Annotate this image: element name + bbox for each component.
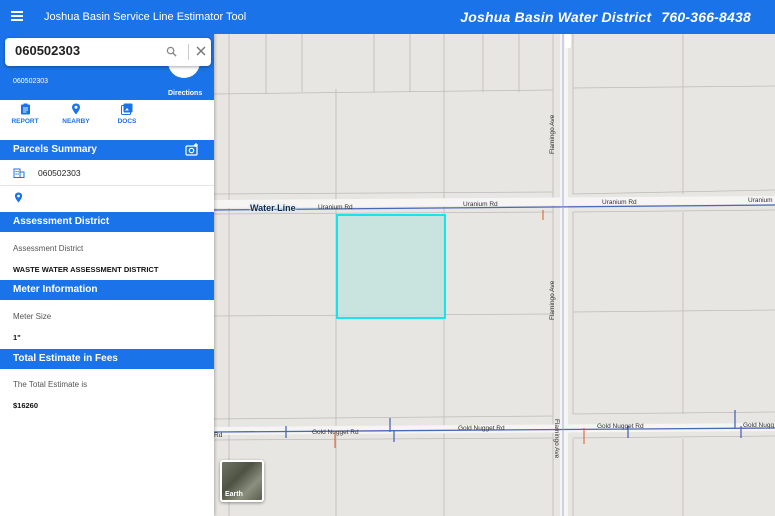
earth-label: Earth — [225, 491, 243, 498]
parcels-summary-title: Parcels Summary — [13, 144, 97, 155]
district-phone: 760-366-8438 — [661, 9, 751, 25]
district-name: Joshua Basin Water District — [460, 9, 652, 25]
road-label-gold-nugget: Gold Nugget Rd — [597, 423, 644, 430]
parcels-summary-header: Parcels Summary — [0, 140, 214, 160]
parcel-grid — [214, 34, 775, 516]
location-pin-icon[interactable] — [14, 192, 23, 203]
top-app-bar: Joshua Basin Service Line Estimator Tool… — [0, 0, 775, 34]
docs-label: DOCS — [117, 118, 137, 125]
report-label: REPORT — [11, 118, 39, 125]
hamburger-menu-icon[interactable] — [11, 11, 23, 21]
action-bar: REPORT NEARBY DOCS — [0, 100, 214, 138]
divider — [0, 185, 214, 186]
assessment-district-label: Assessment District — [13, 244, 84, 253]
total-estimate-label: The Total Estimate is — [13, 380, 88, 389]
nearby-button[interactable]: NEARBY — [56, 103, 96, 125]
water-line-label: Water Line — [250, 203, 296, 213]
search-input[interactable] — [15, 43, 145, 58]
roads — [214, 34, 775, 516]
road-label-gold-nugget: Gold Nugget Rd — [458, 425, 505, 432]
meter-size-value: 1" — [13, 333, 21, 342]
photos-icon — [121, 103, 133, 115]
search-icon[interactable] — [166, 46, 177, 57]
road-label-flamingo: Flamingo Ave — [549, 114, 556, 154]
road-label-gold-nugget: Gold Nugg — [743, 422, 775, 429]
road-label-uranium: Uranium Rd — [318, 204, 353, 211]
building-icon — [13, 168, 25, 178]
map-canvas[interactable]: Water Line Uranium Rd Uranium Rd Uranium… — [214, 34, 775, 516]
nearby-label: NEARBY — [62, 118, 90, 125]
assessment-district-value: WASTE WATER ASSESSMENT DISTRICT — [13, 265, 159, 274]
report-icon — [20, 103, 30, 115]
road-label-gold-nugget: Gold Nugget Rd — [312, 429, 359, 436]
docs-button[interactable]: DOCS — [107, 103, 147, 125]
road-label-uranium: Uranium Rd — [463, 201, 498, 208]
sidebar-panel: 060502303 Directions REPORT NEARBY DOCS … — [0, 34, 214, 516]
meter-size-label: Meter Size — [13, 312, 52, 321]
app-title: Joshua Basin Service Line Estimator Tool — [44, 11, 247, 23]
summary-parcel-id: 060502303 — [38, 168, 81, 178]
road-label-uranium: Uranium — [748, 197, 773, 204]
search-divider — [188, 44, 189, 60]
map-graphics — [214, 34, 775, 516]
total-estimate-header: Total Estimate in Fees — [0, 349, 214, 369]
search-box — [5, 38, 211, 66]
total-estimate-value: $16260 — [13, 401, 39, 410]
road-label-uranium: Uranium Rd — [602, 199, 637, 206]
map-scroll-handle[interactable] — [565, 34, 571, 48]
report-button[interactable]: REPORT — [5, 103, 45, 125]
directions-label: Directions — [168, 90, 203, 97]
assessment-district-header: Assessment District — [0, 212, 214, 232]
close-icon[interactable] — [195, 45, 207, 57]
road-label-flamingo: Flamingo Ave — [549, 280, 556, 320]
district-banner: Joshua Basin Water District 760-366-8438 — [460, 9, 751, 25]
earth-view-toggle[interactable]: Earth — [220, 460, 264, 502]
water-lines — [214, 34, 775, 516]
road-label-fragment: Rd — [214, 432, 223, 439]
selected-parcel-highlight[interactable] — [336, 214, 446, 319]
header-parcel-id: 060502303 — [13, 78, 49, 85]
road-label-flamingo: Flamingo Ave — [553, 419, 560, 459]
meter-information-header: Meter Information — [0, 280, 214, 300]
add-photo-icon[interactable] — [185, 143, 199, 156]
location-pin-icon — [72, 103, 80, 115]
